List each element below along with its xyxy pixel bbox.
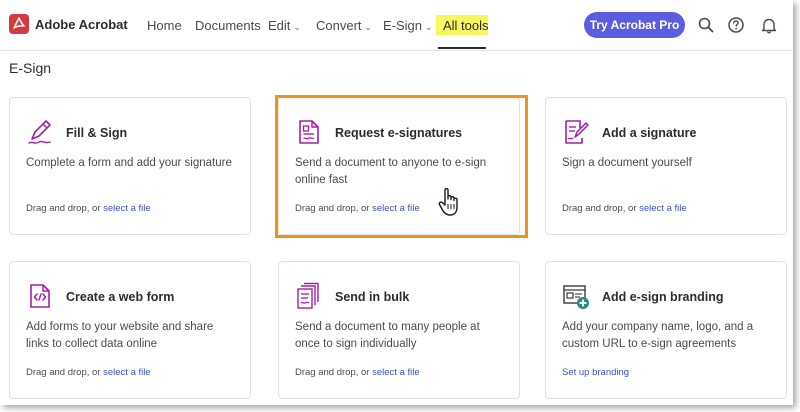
card-footer: Drag and drop, or select a file: [26, 367, 151, 378]
nav-convert-label: Convert: [316, 18, 362, 33]
drag-drop-text: Drag and drop, or: [26, 203, 104, 214]
card-title: Add e-sign branding: [602, 290, 724, 304]
card-description: Add your company name, logo, and a custo…: [562, 321, 754, 350]
select-file-link[interactable]: select a file: [372, 367, 420, 378]
section-title: E-Sign: [9, 60, 52, 76]
nav-convert[interactable]: Convert ⌄: [316, 18, 372, 33]
nav-all-tools[interactable]: All tools: [443, 18, 489, 33]
card-footer: Drag and drop, or select a file: [562, 203, 687, 214]
tool-card-add-signature[interactable]: Add a signature Sign a document yourself…: [545, 97, 787, 235]
tool-card-fill-sign[interactable]: Fill & Sign Complete a form and add your…: [9, 97, 251, 235]
card-title: Send in bulk: [335, 290, 410, 304]
nav-documents-label: Documents: [195, 18, 261, 33]
tool-card-send-in-bulk[interactable]: Send in bulk Send a document to many peo…: [278, 261, 520, 399]
chevron-down-icon: ⌄: [293, 22, 301, 32]
select-file-link[interactable]: select a file: [103, 367, 151, 378]
drag-drop-text: Drag and drop, or: [26, 367, 104, 378]
tool-card-create-web-form[interactable]: Create a web form Add forms to your webs…: [9, 261, 251, 399]
chevron-down-icon: ⌄: [364, 22, 373, 32]
card-footer: Drag and drop, or select a file: [295, 367, 420, 378]
set-up-branding-link[interactable]: Set up branding: [562, 367, 629, 378]
card-title: Fill & Sign: [66, 126, 128, 140]
help-icon[interactable]: [727, 16, 745, 34]
search-icon[interactable]: [697, 16, 715, 34]
card-description: Sign a document yourself: [562, 157, 692, 169]
top-navigation-bar: Adobe Acrobat Home Documents Edit ⌄ Conve…: [0, 0, 793, 51]
nav-esign[interactable]: E-Sign ⌄: [383, 18, 433, 33]
select-file-link[interactable]: select a file: [103, 203, 151, 214]
branding-icon: [562, 282, 590, 310]
app-window: Adobe Acrobat Home Documents Edit ⌄ Conve…: [0, 0, 793, 405]
fill-sign-icon: [26, 118, 54, 146]
card-description: Complete a form and add your signature: [26, 157, 232, 169]
add-signature-icon: [562, 118, 590, 146]
tool-card-add-esign-branding[interactable]: Add e-sign branding Add your company nam…: [545, 261, 787, 399]
nav-home-label: Home: [147, 18, 182, 33]
web-form-icon: [26, 282, 54, 310]
send-bulk-icon: [295, 282, 323, 310]
nav-home[interactable]: Home: [147, 18, 182, 33]
app-title: Adobe Acrobat: [35, 17, 128, 32]
nav-edit[interactable]: Edit ⌄: [268, 18, 301, 33]
chevron-down-icon: ⌄: [425, 22, 433, 32]
card-description: Send a document to many people at once t…: [295, 321, 480, 350]
acrobat-logo-icon[interactable]: [9, 14, 29, 34]
notifications-icon[interactable]: [760, 16, 778, 34]
nav-edit-label: Edit: [268, 18, 291, 33]
nav-active-underline: [438, 47, 486, 49]
select-file-link[interactable]: select a file: [639, 203, 687, 214]
nav-esign-label: E-Sign: [383, 18, 423, 33]
highlight-outline: [275, 95, 528, 238]
nav-all-tools-label: All tools: [443, 18, 489, 33]
try-acrobat-pro-button[interactable]: Try Acrobat Pro: [584, 12, 685, 38]
card-footer: Drag and drop, or select a file: [26, 203, 151, 214]
card-footer: Set up branding: [562, 367, 629, 378]
card-title: Create a web form: [66, 290, 175, 304]
drag-drop-text: Drag and drop, or: [562, 203, 640, 214]
hand-cursor-icon: [436, 186, 464, 220]
card-description: Add forms to your website and share link…: [26, 321, 214, 350]
card-title: Add a signature: [602, 126, 697, 140]
drag-drop-text: Drag and drop, or: [295, 367, 373, 378]
nav-documents[interactable]: Documents: [195, 18, 261, 33]
